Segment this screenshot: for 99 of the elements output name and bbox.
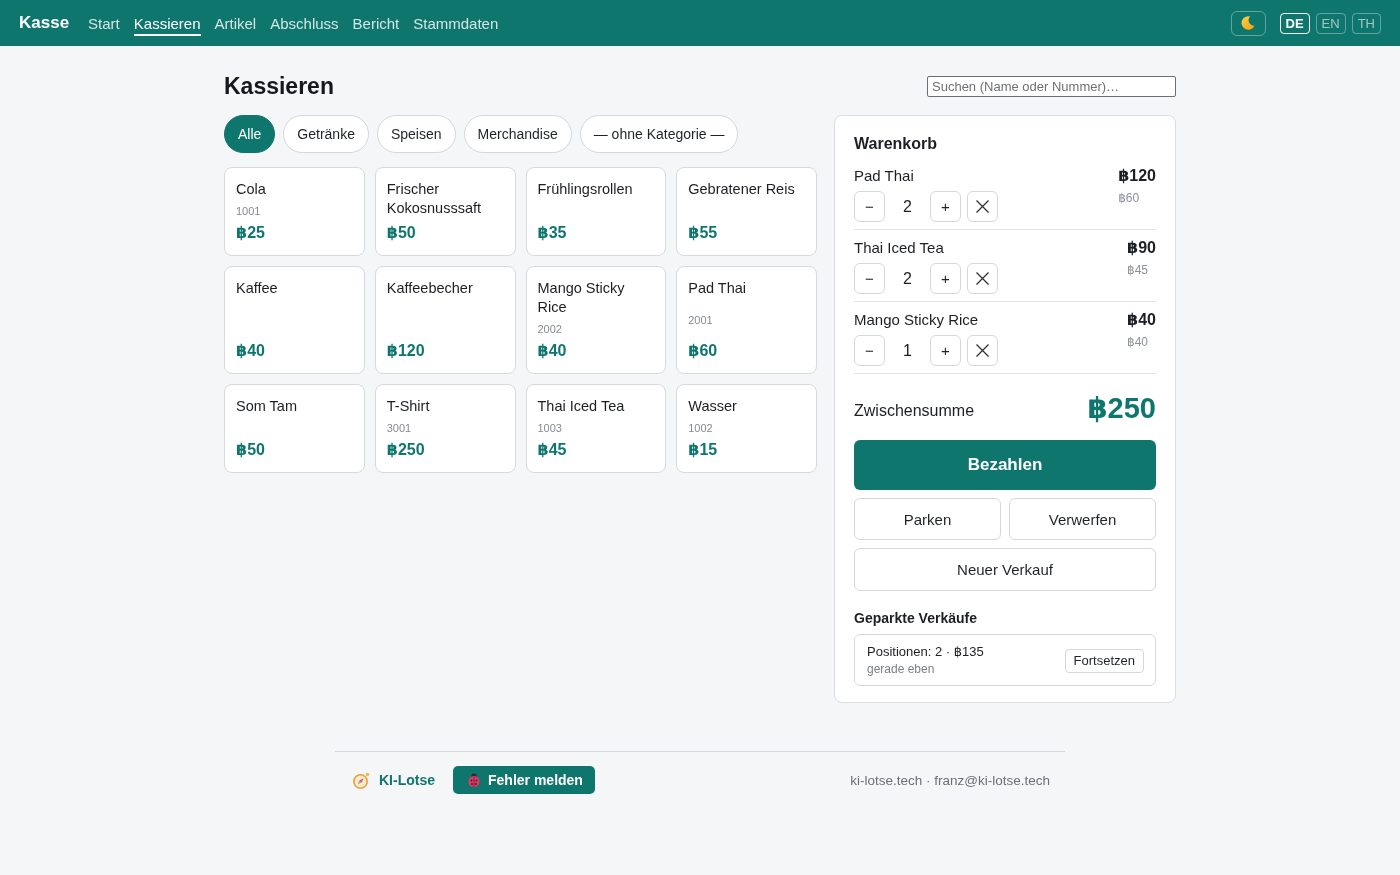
- decrease-button[interactable]: −: [854, 191, 885, 222]
- subtotal-amount: ฿250: [1087, 391, 1156, 426]
- product-name: Pad Thai: [688, 279, 748, 298]
- search-field[interactable]: Suchen (Name oder Nummer)…: [927, 75, 1176, 97]
- product-card[interactable]: Wasser 1002 ฿15: [676, 384, 817, 473]
- nav-link[interactable]: Abschluss: [270, 12, 339, 36]
- theme-toggle-button[interactable]: [1230, 10, 1266, 36]
- product-price: ฿40: [537, 341, 568, 361]
- app-brand: Kasse: [19, 13, 70, 33]
- decrease-button[interactable]: −: [854, 263, 885, 294]
- product-name: Cola: [236, 180, 267, 199]
- product-number: 1003: [537, 421, 563, 436]
- cart-item-name: Mango Sticky Rice: [854, 310, 980, 330]
- product-price: ฿250: [386, 440, 426, 460]
- product-name: T-Shirt: [386, 397, 431, 416]
- nav-link[interactable]: Bericht: [352, 12, 400, 36]
- parked-sale-summary: Positionen: 2 · ฿135: [867, 643, 984, 661]
- product-name: Gebratener Reis: [688, 180, 796, 199]
- product-name: Frühlingsrollen: [537, 180, 634, 199]
- x-icon: [976, 200, 989, 213]
- new-sale-button[interactable]: Neuer Verkauf: [854, 548, 1156, 591]
- product-card[interactable]: Gebratener Reis ฿55: [676, 167, 817, 256]
- product-name: Thai Iced Tea: [537, 397, 626, 416]
- item-total: ฿40: [1127, 310, 1156, 330]
- product-card[interactable]: Kaffeebecher ฿120: [374, 266, 516, 374]
- product-price: ฿120: [386, 341, 426, 361]
- increase-button[interactable]: +: [930, 191, 961, 222]
- increase-button[interactable]: +: [930, 263, 961, 294]
- quantity-value: 2: [902, 197, 913, 216]
- parked-sale-time: gerade eben: [867, 661, 936, 678]
- unit-price: ฿40: [1127, 334, 1149, 350]
- cart-item-name: Thai Iced Tea: [854, 238, 945, 258]
- quantity-value: 1: [902, 341, 913, 360]
- product-name: Kaffee: [236, 279, 279, 298]
- product-price: ฿40: [236, 341, 266, 361]
- product-price: ฿15: [688, 440, 719, 460]
- footer-contact: ki-lotse.tech · franz@ki-lotse.tech: [850, 772, 1050, 788]
- ladybug-icon: [467, 773, 481, 787]
- subtotal-label: Zwischensumme: [854, 402, 975, 420]
- product-price: ฿50: [386, 223, 417, 243]
- product-card[interactable]: Frühlingsrollen ฿35: [525, 167, 667, 256]
- parked-sales-heading: Geparkte Verkäufe: [854, 609, 978, 627]
- product-name: Mango Sticky Rice: [537, 279, 626, 317]
- nav-link[interactable]: Start: [88, 12, 120, 36]
- product-number: 3001: [386, 421, 413, 436]
- quantity-value: 2: [902, 269, 913, 288]
- nav-link[interactable]: Artikel: [214, 12, 257, 36]
- product-price: ฿35: [537, 223, 568, 243]
- product-name: Kaffeebecher: [386, 279, 474, 298]
- nav-link[interactable]: Kassieren: [133, 12, 201, 36]
- item-total: ฿120: [1118, 166, 1156, 186]
- x-icon: [976, 344, 989, 357]
- category-filter[interactable]: Alle: [224, 115, 276, 153]
- category-filter[interactable]: Merchandise: [463, 115, 572, 153]
- category-filter[interactable]: Speisen: [376, 115, 456, 153]
- product-price: ฿25: [236, 223, 266, 243]
- product-number: 2001: [688, 312, 714, 328]
- product-number: 1001: [236, 204, 262, 219]
- product-number: 1002: [688, 421, 714, 436]
- unit-price: ฿45: [1127, 262, 1149, 278]
- pay-button[interactable]: Bezahlen: [854, 440, 1156, 490]
- product-price: ฿55: [688, 223, 719, 243]
- category-filter[interactable]: Getränke: [283, 115, 369, 153]
- product-price: ฿60: [688, 341, 719, 361]
- product-card[interactable]: Kaffee ฿40: [224, 266, 365, 374]
- category-filter[interactable]: — ohne Kategorie —: [579, 115, 739, 153]
- remove-button[interactable]: [967, 335, 998, 366]
- product-card[interactable]: T-Shirt 3001 ฿250: [374, 384, 516, 473]
- brand-link[interactable]: KI-Lotse: [353, 771, 435, 789]
- product-name: Wasser: [688, 397, 738, 416]
- product-number: 2002: [537, 322, 563, 337]
- compass-icon: [353, 771, 370, 789]
- park-button[interactable]: Parken: [854, 498, 1001, 540]
- decrease-button[interactable]: −: [854, 335, 885, 366]
- item-total: ฿90: [1127, 238, 1156, 258]
- language-button[interactable]: DE: [1279, 12, 1310, 34]
- unit-price: ฿60: [1118, 190, 1140, 206]
- cart-item-name: Pad Thai: [854, 166, 915, 186]
- nav-link[interactable]: Stammdaten: [413, 12, 499, 36]
- product-card[interactable]: Mango Sticky Rice 2002 ฿40: [525, 266, 667, 374]
- product-price: ฿45: [537, 440, 568, 460]
- cart-title: Warenkorb: [854, 134, 938, 154]
- page-title: Kassieren: [224, 72, 334, 100]
- remove-button[interactable]: [967, 263, 998, 294]
- resume-button[interactable]: Fortsetzen: [1064, 648, 1144, 673]
- discard-button[interactable]: Verwerfen: [1009, 498, 1156, 540]
- product-price: ฿50: [236, 440, 266, 460]
- increase-button[interactable]: +: [930, 335, 961, 366]
- moon-icon: [1241, 16, 1256, 30]
- report-bug-button[interactable]: Fehler melden: [453, 766, 595, 794]
- remove-button[interactable]: [967, 191, 998, 222]
- x-icon: [976, 272, 989, 285]
- product-name: Som Tam: [236, 397, 298, 416]
- product-card[interactable]: Som Tam ฿50: [224, 384, 365, 473]
- product-card[interactable]: Thai Iced Tea 1003 ฿45: [525, 384, 667, 473]
- product-card[interactable]: Cola 1001 ฿25: [224, 167, 365, 256]
- product-name: Frischer Kokosnusssaft: [386, 180, 483, 218]
- product-card[interactable]: Pad Thai 2001 ฿60: [676, 266, 817, 374]
- product-card[interactable]: Frischer Kokosnusssaft ฿50: [374, 167, 516, 256]
